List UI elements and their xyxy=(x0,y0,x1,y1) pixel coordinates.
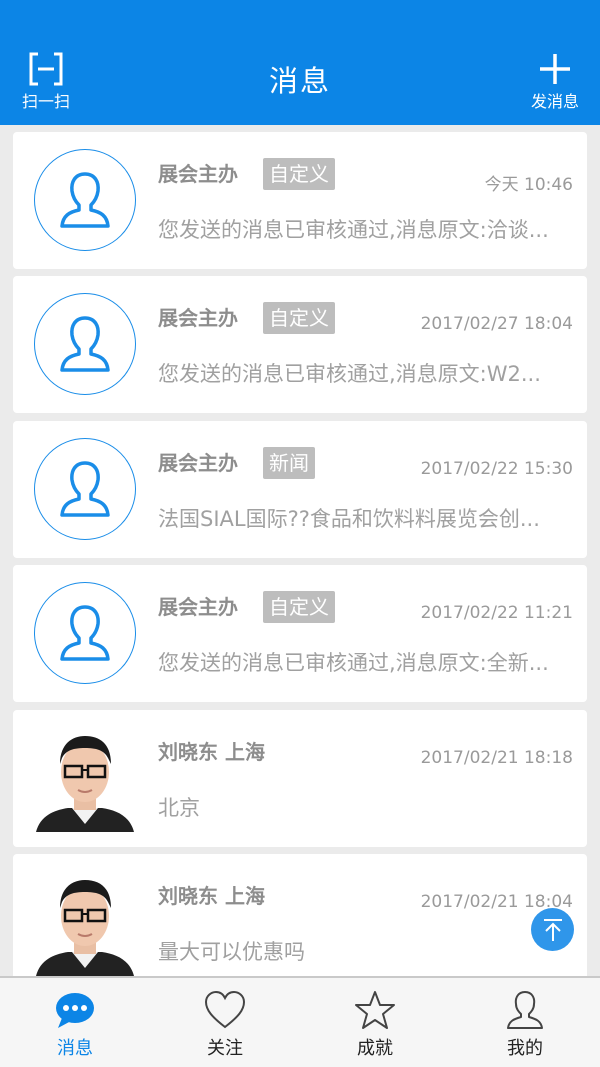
message-item[interactable]: 展会主办 自定义 2017/02/27 18:04 您发送的消息已审核通过,消息… xyxy=(13,276,587,413)
message-time: 2017/02/22 15:30 xyxy=(420,459,573,479)
new-message-label: 发消息 xyxy=(530,92,579,111)
message-tag: 新闻 xyxy=(263,447,315,479)
message-time: 2017/02/27 18:04 xyxy=(420,314,573,334)
default-user-icon xyxy=(34,293,136,395)
tab-label: 关注 xyxy=(207,1038,243,1059)
message-tag: 自定义 xyxy=(263,302,335,334)
message-preview: 法国SIAL国际??食品和饮料料展览会创... xyxy=(158,507,540,531)
tab-achievements[interactable]: 成就 xyxy=(300,978,450,1067)
tab-profile[interactable]: 我的 xyxy=(450,978,600,1067)
message-preview: 您发送的消息已审核通过,消息原文:W2... xyxy=(158,362,541,386)
default-user-icon xyxy=(34,582,136,684)
message-item[interactable]: 展会主办 自定义 2017/02/22 11:21 您发送的消息已审核通过,消息… xyxy=(13,565,587,702)
user-photo xyxy=(34,868,136,976)
sender-name: 展会主办 xyxy=(158,306,238,330)
default-user-icon xyxy=(34,438,136,540)
user-photo xyxy=(34,724,136,832)
tab-messages[interactable]: 消息 xyxy=(0,978,150,1067)
message-preview: 量大可以优惠吗 xyxy=(158,940,305,964)
default-user-icon xyxy=(34,149,136,251)
plus-icon xyxy=(540,54,570,84)
message-item[interactable]: 刘晓东 上海 2017/02/21 18:04 量大可以优惠吗 xyxy=(13,854,587,991)
tab-label: 成就 xyxy=(357,1038,393,1059)
new-message-button[interactable]: 发消息 xyxy=(523,52,587,112)
message-tag: 自定义 xyxy=(263,591,335,623)
message-time: 今天 10:46 xyxy=(484,175,573,195)
person-icon xyxy=(507,991,543,1029)
message-item[interactable]: 刘晓东 上海 2017/02/21 18:18 北京 xyxy=(13,710,587,847)
message-item[interactable]: 展会主办 新闻 2017/02/22 15:30 法国SIAL国际??食品和饮料… xyxy=(13,421,587,558)
message-tag: 自定义 xyxy=(263,158,335,190)
message-time: 2017/02/21 18:18 xyxy=(420,748,573,768)
bottom-tab-bar: 消息 关注 成就 我的 xyxy=(0,976,600,1067)
sender-name: 刘晓东 上海 xyxy=(158,740,265,764)
tab-label: 我的 xyxy=(507,1038,543,1059)
sender-name: 刘晓东 上海 xyxy=(158,884,265,908)
chat-bubble-icon xyxy=(56,993,94,1028)
scroll-to-top-button[interactable] xyxy=(531,908,574,951)
message-preview: 您发送的消息已审核通过,消息原文:洽谈... xyxy=(158,218,549,242)
message-preview: 您发送的消息已审核通过,消息原文:全新... xyxy=(158,651,549,675)
message-item[interactable]: 展会主办 自定义 今天 10:46 您发送的消息已审核通过,消息原文:洽谈... xyxy=(13,132,587,269)
sender-name: 展会主办 xyxy=(158,162,238,186)
message-preview: 北京 xyxy=(158,796,200,820)
sender-name: 展会主办 xyxy=(158,595,238,619)
message-time: 2017/02/22 11:21 xyxy=(420,603,573,623)
page-title: 消息 xyxy=(268,64,331,98)
app-header: 扫一扫 消息 发消息 xyxy=(0,0,600,125)
arrow-up-icon xyxy=(543,918,562,941)
heart-icon xyxy=(204,990,246,1029)
star-icon xyxy=(355,991,395,1029)
sender-name: 展会主办 xyxy=(158,451,238,475)
tab-label: 消息 xyxy=(57,1038,93,1059)
tab-follow[interactable]: 关注 xyxy=(150,978,300,1067)
